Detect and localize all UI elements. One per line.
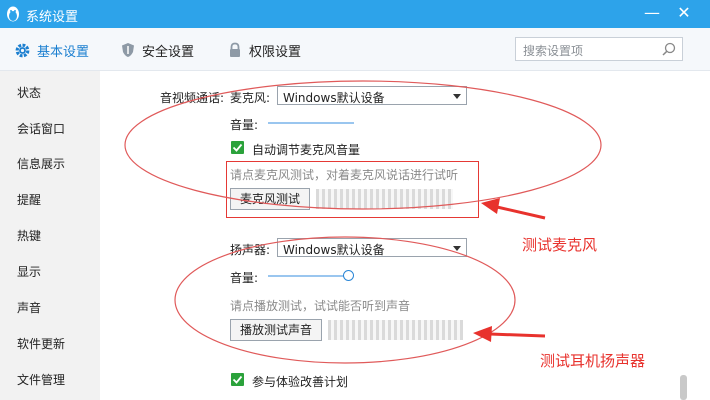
mic-arrow-icon [481, 198, 546, 220]
mic-highlight-ellipse [124, 80, 602, 210]
scrollbar[interactable] [680, 375, 687, 400]
speaker-annotation-note: 测试耳机扬声器 [540, 352, 646, 370]
speaker-arrow-icon [473, 326, 546, 342]
mic-annotation-note: 测试麦克风 [522, 236, 598, 254]
speaker-highlight-ellipse [174, 236, 516, 364]
annotation-overlay [124, 80, 602, 364]
